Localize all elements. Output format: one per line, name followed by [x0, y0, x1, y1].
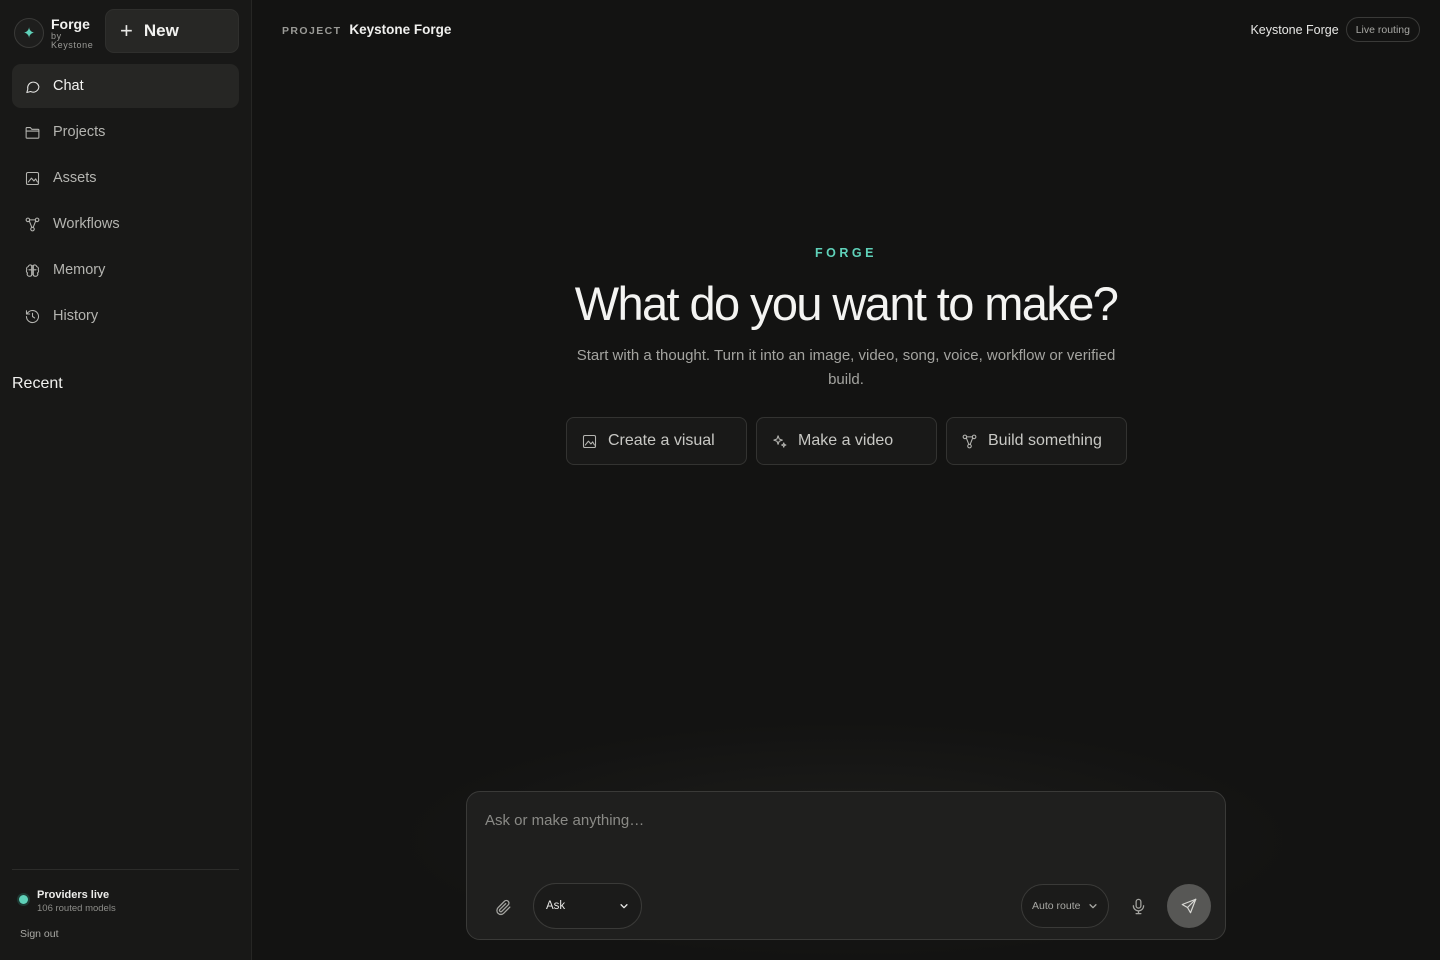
sidebar-item-memory[interactable]: Memory [12, 248, 239, 292]
provider-status: Providers live 106 routed models [12, 888, 239, 915]
mode-select[interactable]: Ask [533, 883, 642, 929]
recent-heading: Recent [12, 375, 63, 392]
workflow-icon [962, 434, 977, 448]
hero-eyebrow: FORGE [815, 246, 877, 260]
project-label: PROJECT [282, 25, 342, 37]
brand-byline: by Keystone [51, 31, 94, 50]
hero-subtitle: Start with a thought. Turn it into an im… [576, 347, 1116, 388]
attach-button[interactable] [489, 893, 517, 921]
brand-name: Forge [51, 16, 90, 32]
make-video-button[interactable]: Make a video [756, 417, 937, 465]
sidebar: ✦ Forge by Keystone + New Chat Projects … [0, 0, 252, 960]
new-button[interactable]: + New [105, 9, 239, 53]
send-icon [1181, 898, 1197, 914]
sidebar-item-assets[interactable]: Assets [12, 156, 239, 200]
paperclip-icon [495, 899, 510, 915]
plus-icon: + [120, 18, 133, 43]
project-name[interactable]: Keystone Forge [349, 22, 451, 37]
sidebar-item-label: Chat [53, 78, 84, 94]
main-panel: PROJECT Keystone Forge Keystone Forge Li… [252, 0, 1440, 960]
status-title: Providers live [37, 889, 110, 901]
action-label: Make a video [798, 432, 894, 449]
sidebar-item-chat[interactable]: Chat [12, 64, 239, 108]
history-icon [25, 309, 40, 323]
image-icon [582, 434, 597, 448]
build-something-button[interactable]: Build something [946, 417, 1127, 465]
sparkle-icon: ✦ [14, 18, 44, 48]
action-label: Build something [988, 432, 1102, 449]
image-icon [25, 171, 40, 185]
sidebar-item-label: History [53, 308, 99, 324]
sidebar-item-label: Assets [53, 170, 97, 186]
sidebar-item-label: Memory [53, 262, 106, 278]
prompt-input[interactable] [485, 808, 1205, 832]
chevron-down-icon [620, 904, 628, 909]
sign-out-link[interactable]: Sign out [20, 928, 239, 940]
sidebar-nav: Chat Projects Assets Workflows Memory Hi… [12, 64, 239, 340]
hero: FORGE What do you want to make? Start wi… [252, 246, 1440, 392]
chevron-down-icon [1089, 904, 1097, 909]
sidebar-footer: Providers live 106 routed models Sign ou… [12, 869, 239, 940]
sidebar-item-history[interactable]: History [12, 294, 239, 338]
brand[interactable]: ✦ Forge by Keystone [14, 16, 101, 50]
sidebar-item-label: Projects [53, 124, 106, 140]
send-button[interactable] [1167, 884, 1211, 928]
create-visual-button[interactable]: Create a visual [566, 417, 747, 465]
microphone-button[interactable] [1124, 892, 1152, 920]
folder-icon [25, 126, 40, 139]
status-dot-icon [19, 895, 28, 904]
quick-actions: Create a visual Make a video Build somet… [566, 417, 1136, 465]
sidebar-item-projects[interactable]: Projects [12, 110, 239, 154]
page-title: What do you want to make? [574, 277, 1119, 330]
status-subtitle: 106 routed models [37, 903, 116, 914]
mode-select-value: Ask [546, 900, 566, 912]
action-label: Create a visual [608, 432, 715, 449]
app-window: ✦ Forge by Keystone + New Chat Projects … [0, 0, 1440, 960]
project-breadcrumb: PROJECT Keystone Forge [282, 22, 451, 37]
sparkles-icon [773, 434, 787, 448]
workflow-icon [25, 217, 40, 231]
brand-text: Forge by Keystone [51, 16, 101, 50]
route-select-value: Auto route [1032, 900, 1081, 912]
microphone-icon [1132, 898, 1144, 914]
topbar-account: Keystone Forge Live routing [1250, 17, 1420, 42]
route-select[interactable]: Auto route [1021, 884, 1109, 928]
composer: Ask Auto route [466, 791, 1226, 940]
chat-bubble-icon [26, 81, 40, 93]
status-badge: Live routing [1345, 17, 1420, 42]
sidebar-item-workflows[interactable]: Workflows [12, 202, 239, 246]
status-text: Providers live 106 routed models [37, 888, 116, 915]
sidebar-item-label: Workflows [53, 216, 120, 232]
new-button-label: New [143, 21, 179, 40]
brain-icon [25, 263, 40, 277]
account-name[interactable]: Keystone Forge [1250, 23, 1338, 37]
